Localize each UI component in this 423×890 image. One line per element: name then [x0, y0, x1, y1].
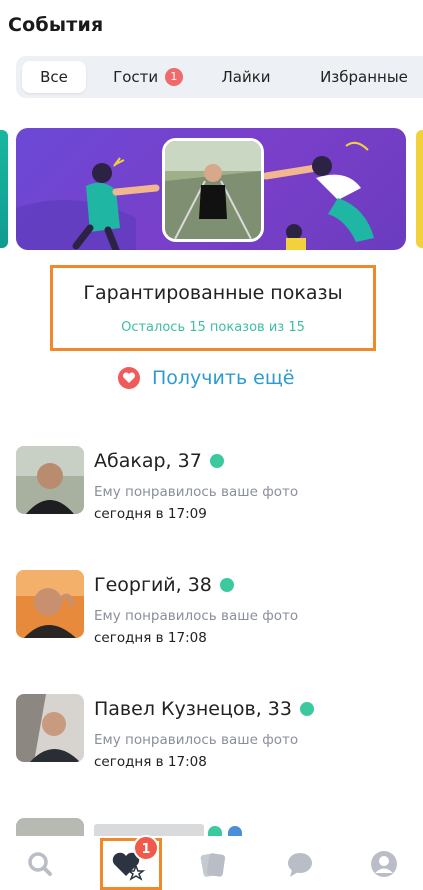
online-indicator: [219, 578, 234, 592]
events-tabs: Все Гости 1 Лайки Избранные: [16, 56, 423, 98]
event-row[interactable]: [16, 818, 416, 838]
event-time: сегодня в 17:08: [94, 630, 207, 646]
online-indicator: [209, 454, 224, 468]
event-row[interactable]: Павел Кузнецов, 33 Ему понравилось ваше …: [16, 694, 416, 770]
avatar[interactable]: [16, 818, 84, 838]
avatar[interactable]: [16, 570, 84, 638]
next-card-peek[interactable]: [416, 130, 423, 248]
event-name-text: Абакар, 37: [94, 450, 202, 472]
tab-likes-label: Лайки: [221, 68, 271, 86]
chat-icon[interactable]: [280, 844, 320, 884]
online-indicator: [299, 702, 314, 716]
event-name: Георгий, 38: [94, 574, 234, 596]
tab-favorites-label: Избранные: [320, 68, 408, 86]
prev-card-peek[interactable]: [0, 130, 8, 248]
avatar[interactable]: [16, 694, 84, 762]
tab-all[interactable]: Все: [22, 61, 86, 93]
event-name: Абакар, 37: [94, 450, 224, 472]
event-name-text: Георгий, 38: [94, 574, 212, 596]
event-time: сегодня в 17:08: [94, 754, 207, 770]
event-row[interactable]: Георгий, 38 Ему понравилось ваше фото се…: [16, 570, 416, 646]
cards-icon[interactable]: [192, 844, 232, 884]
event-name-text: Павел Кузнецов, 33: [94, 698, 292, 720]
tab-guests[interactable]: Гости 1: [104, 61, 192, 93]
event-row[interactable]: Абакар, 37 Ему понравилось ваше фото сег…: [16, 446, 416, 522]
tab-all-label: Все: [40, 68, 68, 86]
heart-icon: [118, 367, 140, 389]
guaranteed-views-title: Гарантированные показы: [83, 282, 343, 304]
favorites-badge: 1: [133, 835, 159, 861]
bottom-nav: [0, 836, 423, 890]
profile-icon[interactable]: [364, 844, 404, 884]
get-more-label: Получить ещё: [152, 367, 295, 389]
get-more-button[interactable]: Получить ещё: [118, 364, 294, 392]
event-name: Павел Кузнецов, 33: [94, 698, 314, 720]
guests-badge: 1: [164, 68, 183, 86]
page-title: События: [8, 14, 104, 36]
promo-banner[interactable]: [16, 128, 406, 250]
tab-guests-label: Гости: [113, 68, 159, 86]
event-description: Ему понравилось ваше фото: [94, 608, 299, 624]
tab-likes[interactable]: Лайки: [204, 61, 288, 93]
guaranteed-views-box[interactable]: Гарантированные показы Осталось 15 показ…: [50, 265, 376, 351]
event-description: Ему понравилось ваше фото: [94, 484, 299, 500]
search-icon[interactable]: [20, 844, 60, 884]
event-time: сегодня в 17:09: [94, 506, 207, 522]
photo-illustration: [165, 141, 261, 239]
guaranteed-views-remaining: Осталось 15 показов из 15: [121, 320, 305, 335]
event-description: Ему понравилось ваше фото: [94, 732, 299, 748]
profile-photo[interactable]: [162, 138, 264, 242]
tab-favorites[interactable]: Избранные: [302, 61, 423, 93]
avatar[interactable]: [16, 446, 84, 514]
